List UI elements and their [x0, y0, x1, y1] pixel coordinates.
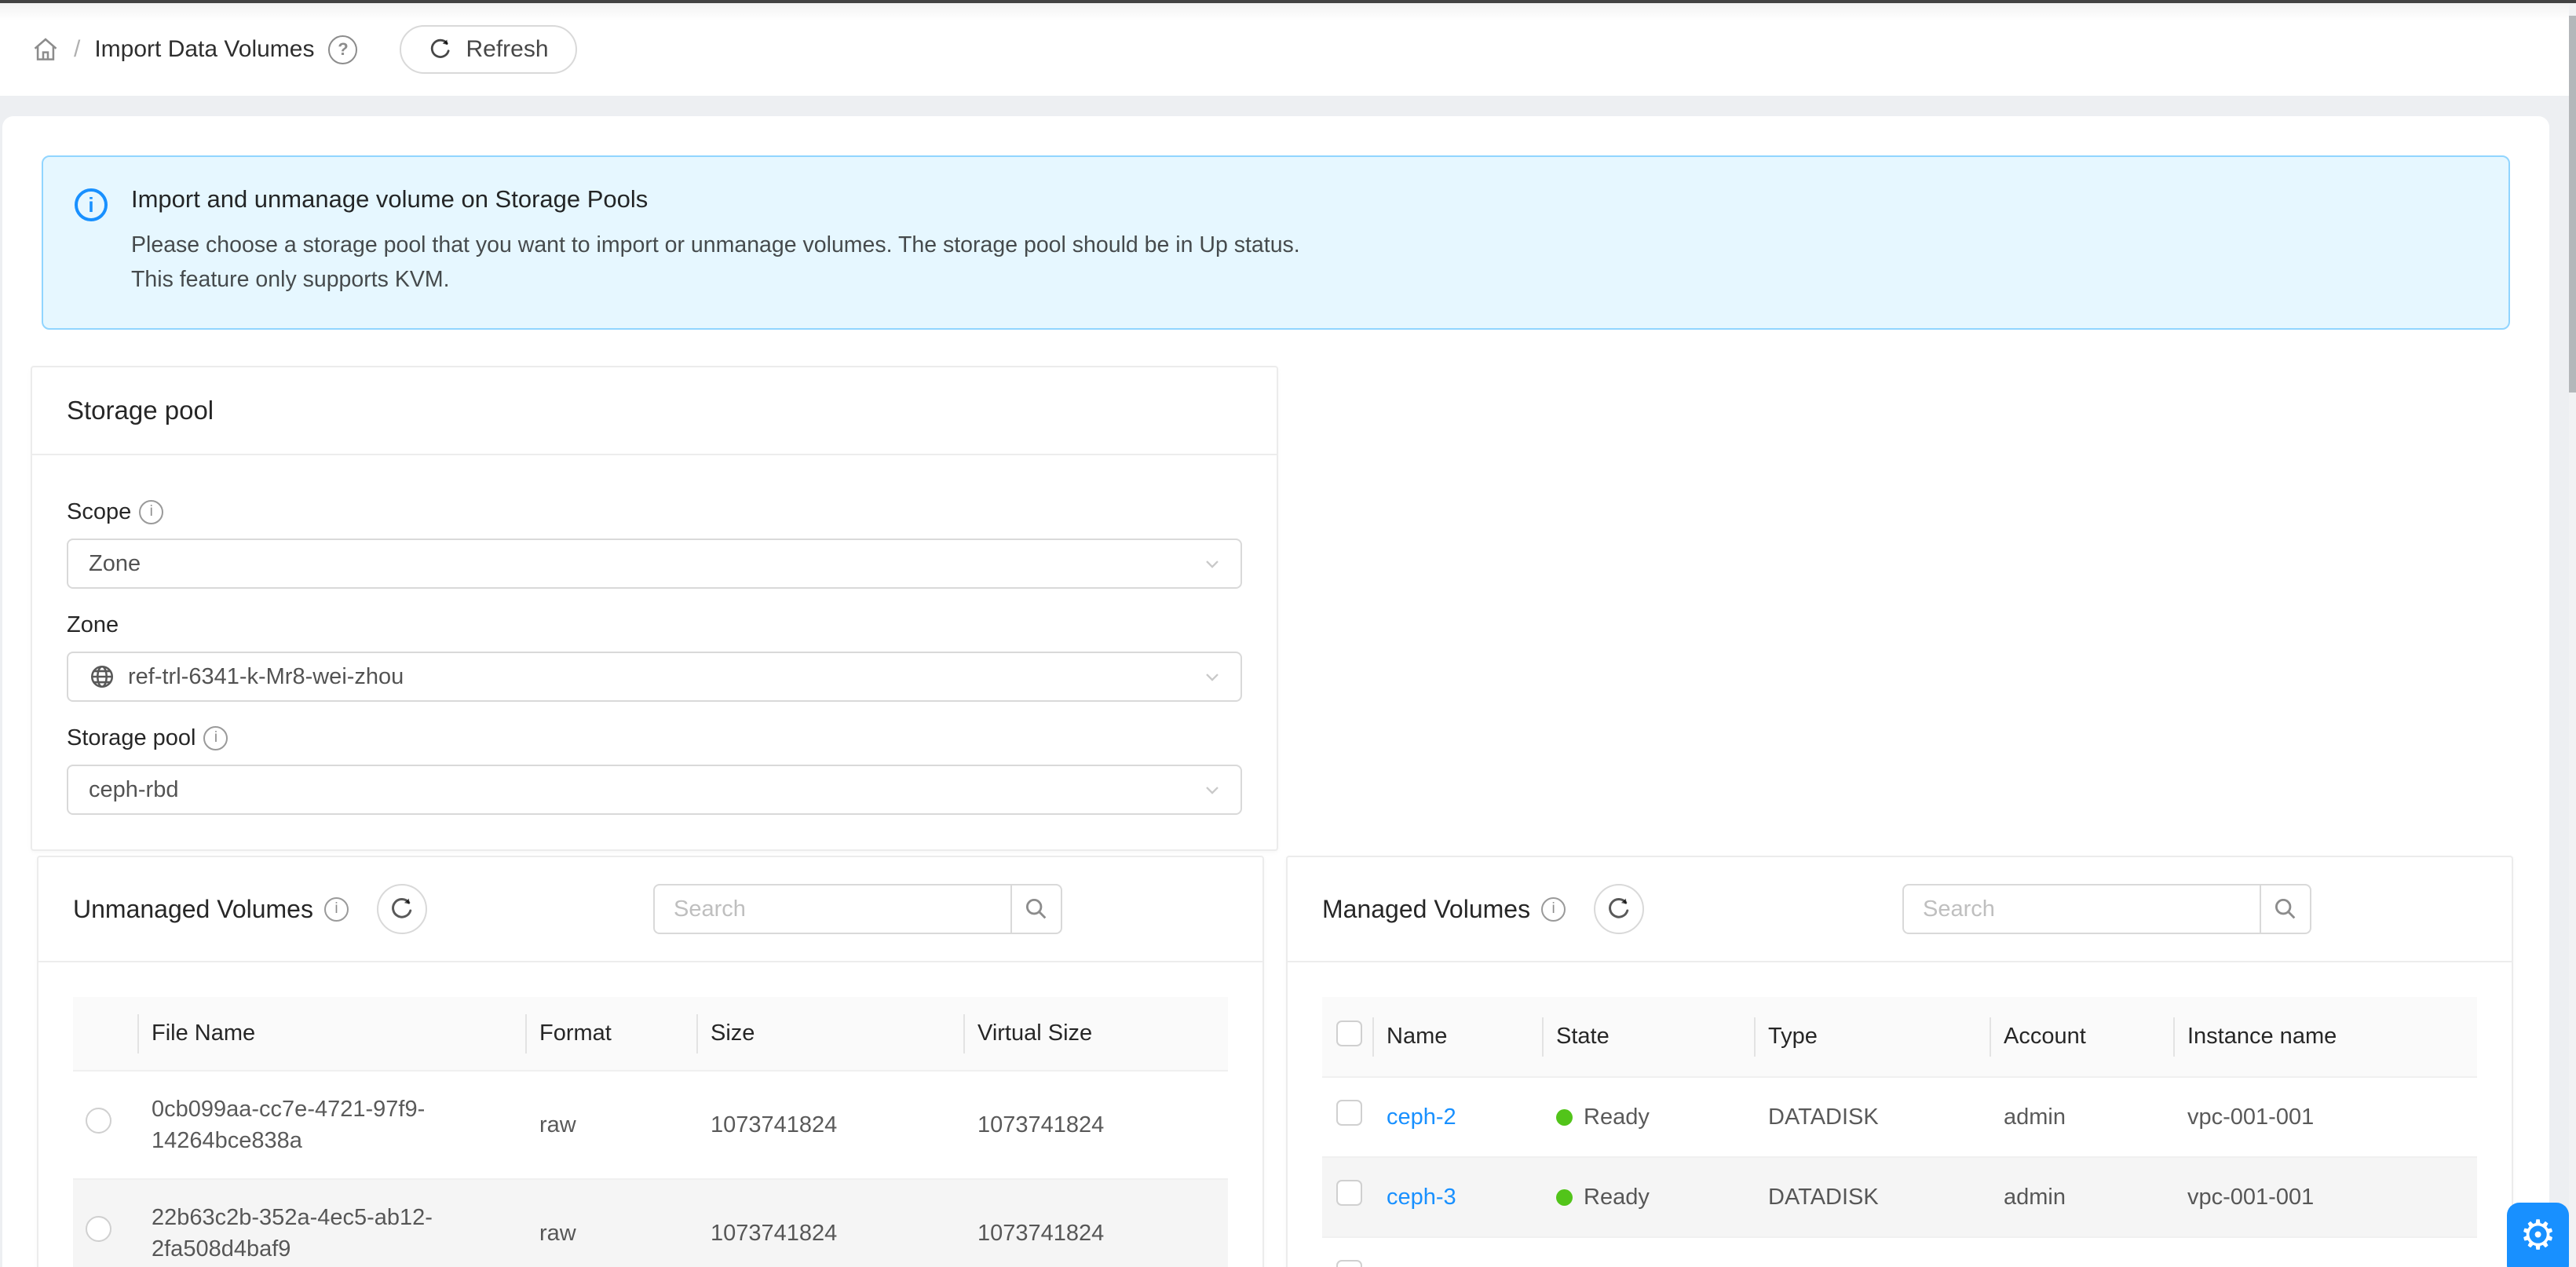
refresh-button[interactable]: Refresh — [400, 25, 576, 74]
scrollbar-track[interactable] — [2569, 3, 2576, 1267]
unmanaged-volumes-card: Unmanaged Volumes i — [37, 856, 1264, 1267]
globe-icon — [89, 663, 115, 690]
column-header-virtual-size: Virtual Size — [965, 997, 1228, 1071]
row-checkbox[interactable] — [1336, 1180, 1362, 1206]
breadcrumb-separator: / — [74, 36, 80, 63]
column-header-format: Format — [527, 997, 698, 1071]
scope-label: Scope — [67, 498, 131, 526]
zone-select[interactable]: ref-trl-6341-k-Mr8-wei-zhou — [67, 652, 1242, 702]
cell-format: raw — [527, 1071, 698, 1179]
topbar: / Import Data Volumes ? Refresh — [0, 3, 2576, 96]
reload-icon — [428, 37, 453, 62]
cell-size: 1073741824 — [698, 1179, 965, 1267]
unmanaged-volumes-title: Unmanaged Volumes — [73, 895, 313, 924]
column-header-instance-name: Instance name — [2175, 997, 2477, 1077]
unmanaged-info-icon[interactable]: i — [324, 897, 349, 922]
storage-pool-card-title: Storage pool — [32, 367, 1277, 455]
cell-instance-name — [2175, 1237, 2477, 1267]
row-checkbox[interactable] — [1336, 1260, 1362, 1267]
zone-select-value: ref-trl-6341-k-Mr8-wei-zhou — [128, 664, 404, 690]
cell-state: Ready — [1584, 1101, 1650, 1133]
managed-refresh-button[interactable] — [1594, 884, 1644, 934]
scope-select-value: Zone — [89, 551, 141, 577]
cell-state: Ready — [1584, 1181, 1650, 1213]
cell-instance-name: vpc-001-001 — [2175, 1077, 2477, 1157]
select-all-checkbox[interactable] — [1336, 1021, 1362, 1046]
cell-type: DATADISK — [1756, 1077, 1991, 1157]
cell-virtual-size: 1073741824 — [965, 1071, 1228, 1179]
storage-pool-label: Storage pool — [67, 724, 195, 752]
unmanaged-refresh-button[interactable] — [377, 884, 427, 934]
alert-title: Import and unmanage volume on Storage Po… — [131, 185, 1300, 214]
chevron-down-icon — [1201, 553, 1223, 575]
table-row: ceph-3 Ready DATADISK admin vpc-001-001 — [1322, 1157, 2477, 1237]
managed-volumes-title: Managed Volumes — [1322, 895, 1530, 924]
alert-description-line2: This feature only supports KVM. — [131, 262, 1300, 297]
status-dot-ready — [1556, 1189, 1573, 1206]
table-row: 0cb099aa-cc7e-4721-97f9-14264bce838a raw… — [73, 1071, 1228, 1179]
unmanaged-search-input[interactable] — [653, 884, 1010, 934]
storage-pool-card: Storage pool Scope i Zone Zone — [31, 366, 1278, 851]
cell-account: admin — [1991, 1077, 2175, 1157]
column-header-size: Size — [698, 997, 965, 1071]
row-radio[interactable] — [86, 1216, 111, 1242]
breadcrumb: / Import Data Volumes ? — [31, 35, 357, 64]
zone-label: Zone — [67, 611, 119, 639]
cell-file-name: 0cb099aa-cc7e-4721-97f9-14264bce838a — [139, 1071, 527, 1179]
unmanaged-select-column-header — [73, 997, 139, 1071]
column-header-name: Name — [1374, 997, 1544, 1077]
alert-description-line1: Please choose a storage pool that you wa… — [131, 228, 1300, 262]
column-header-type: Type — [1756, 997, 1991, 1077]
cell-instance-name: vpc-001-001 — [2175, 1157, 2477, 1237]
cell-file-name: 22b63c2b-352a-4ec5-ab12-2fa508d4baf9 — [139, 1179, 527, 1267]
help-icon[interactable]: ? — [328, 35, 357, 64]
breadcrumb-current: Import Data Volumes — [94, 36, 314, 63]
managed-volumes-card: Managed Volumes i — [1286, 856, 2513, 1267]
managed-search-button[interactable] — [2260, 884, 2311, 934]
cell-format: raw — [527, 1179, 698, 1267]
managed-info-icon[interactable]: i — [1541, 897, 1566, 922]
cell-type: DATADISK — [1756, 1237, 1991, 1267]
storage-pool-select-value: ceph-rbd — [89, 777, 178, 803]
content-card: i Import and unmanage volume on Storage … — [2, 116, 2549, 1267]
storage-pool-info-icon[interactable]: i — [203, 726, 228, 750]
chevron-down-icon — [1201, 779, 1223, 801]
cell-type: DATADISK — [1756, 1157, 1991, 1237]
column-header-state: State — [1544, 997, 1756, 1077]
column-header-file-name: File Name — [139, 997, 527, 1071]
home-icon[interactable] — [31, 35, 60, 64]
table-row: image2 Ready DATADISK admin — [1322, 1237, 2477, 1267]
cell-state: Ready — [1584, 1262, 1650, 1267]
storage-pool-select[interactable]: ceph-rbd — [67, 765, 1242, 815]
info-icon: i — [75, 188, 108, 221]
page-background: i Import and unmanage volume on Storage … — [0, 96, 2569, 1267]
unmanaged-search-button[interactable] — [1010, 884, 1062, 934]
scope-select[interactable]: Zone — [67, 539, 1242, 589]
cell-virtual-size: 1073741824 — [965, 1179, 1228, 1267]
volume-name-link[interactable]: ceph-3 — [1387, 1185, 1456, 1210]
unmanaged-volumes-table: File Name Format Size Virtual Size 0cb09… — [73, 997, 1228, 1267]
gear-icon: ⚙ — [2519, 1214, 2556, 1267]
settings-fab-button[interactable]: ⚙ — [2507, 1203, 2569, 1267]
managed-volumes-table: Name State Type Account Instance name ce… — [1322, 997, 2477, 1267]
cell-size: 1073741824 — [698, 1071, 965, 1179]
table-row: 22b63c2b-352a-4ec5-ab12-2fa508d4baf9 raw… — [73, 1179, 1228, 1267]
scrollbar-thumb[interactable] — [2569, 16, 2576, 393]
cell-account: admin — [1991, 1237, 2175, 1267]
info-alert: i Import and unmanage volume on Storage … — [42, 155, 2510, 330]
refresh-button-label: Refresh — [466, 36, 548, 63]
column-header-account: Account — [1991, 997, 2175, 1077]
row-radio[interactable] — [86, 1108, 111, 1134]
cell-account: admin — [1991, 1157, 2175, 1237]
status-dot-ready — [1556, 1109, 1573, 1126]
scope-info-icon[interactable]: i — [139, 500, 163, 524]
chevron-down-icon — [1201, 666, 1223, 688]
volume-name-link[interactable]: ceph-2 — [1387, 1105, 1456, 1130]
managed-search-input[interactable] — [1902, 884, 2260, 934]
row-checkbox[interactable] — [1336, 1100, 1362, 1126]
table-row: ceph-2 Ready DATADISK admin vpc-001-001 — [1322, 1077, 2477, 1157]
